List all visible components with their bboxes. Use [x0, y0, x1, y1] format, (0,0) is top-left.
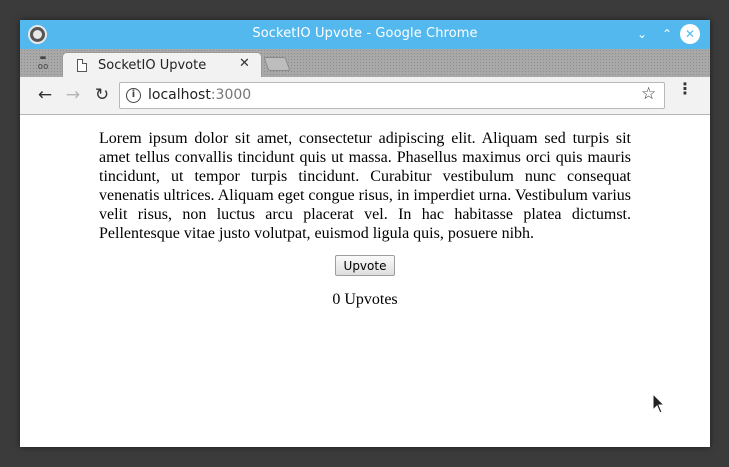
more-menu-icon[interactable]: ⋮ — [677, 81, 693, 105]
new-tab-button[interactable] — [263, 57, 291, 71]
window-title: SocketIO Upvote - Google Chrome — [252, 26, 478, 41]
back-arrow-icon[interactable]: ← — [35, 85, 55, 105]
url-host: localhost — [148, 87, 211, 103]
tab-socketio-upvote[interactable]: SocketIO Upvote ✕ — [62, 52, 262, 77]
reload-icon[interactable]: ↻ — [92, 85, 112, 105]
url-port: :3000 — [210, 87, 252, 103]
forward-arrow-icon[interactable]: → — [63, 85, 83, 105]
close-window-button[interactable]: ✕ — [680, 24, 700, 44]
url-text[interactable]: localhost:3000 — [148, 87, 251, 103]
tab-title: SocketIO Upvote — [98, 58, 207, 73]
info-icon[interactable]: i — [126, 88, 141, 103]
bookmark-star-icon[interactable]: ☆ — [641, 84, 656, 104]
browser-window: SocketIO Upvote - Google Chrome ⌄ ⌃ ✕ ▬ o… — [20, 20, 710, 447]
maximize-button[interactable]: ⌃ — [657, 24, 677, 44]
minimize-button[interactable]: ⌄ — [632, 24, 652, 44]
upvote-button[interactable]: Upvote — [335, 255, 395, 276]
lorem-paragraph: Lorem ipsum dolor sit amet, consectetur … — [99, 130, 631, 242]
tab-close-icon[interactable]: ✕ — [239, 56, 250, 71]
browser-toolbar: ← → ↻ i localhost:3000 ☆ ⋮ — [20, 77, 710, 115]
window-titlebar[interactable]: SocketIO Upvote - Google Chrome ⌄ ⌃ ✕ — [20, 20, 710, 49]
upvote-count: 0 Upvotes — [332, 291, 398, 308]
address-bar[interactable]: i localhost:3000 ☆ — [119, 82, 665, 109]
tab-strip: ▬ oo SocketIO Upvote ✕ — [20, 49, 710, 77]
page-icon — [77, 59, 87, 72]
incognito-icon: ▬ oo — [37, 53, 49, 72]
mouse-cursor-icon — [652, 393, 666, 414]
page-content: Lorem ipsum dolor sit amet, consectetur … — [20, 116, 710, 447]
